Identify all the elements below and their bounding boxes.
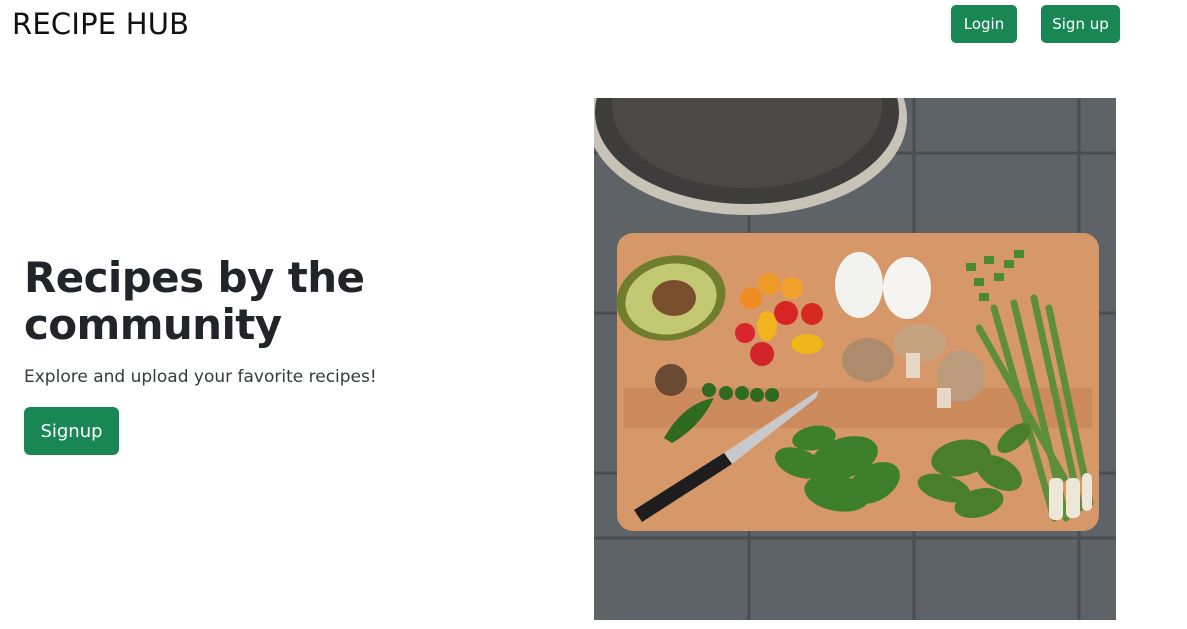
login-button[interactable]: Login	[951, 5, 1017, 43]
signup-nav-button[interactable]: Sign up	[1041, 5, 1120, 43]
landing-page: RECIPE HUB Login Sign up Recipes by the …	[0, 0, 1187, 629]
hero-title: Recipes by the community	[24, 253, 365, 349]
brand-logo[interactable]: RECIPE HUB	[12, 4, 189, 44]
hero-image	[594, 98, 1116, 620]
hero-subtitle: Explore and upload your favorite recipes…	[24, 367, 377, 387]
hero-signup-button[interactable]: Signup	[24, 407, 119, 455]
hero-text-section: Recipes by the community Explore and upl…	[24, 254, 564, 455]
